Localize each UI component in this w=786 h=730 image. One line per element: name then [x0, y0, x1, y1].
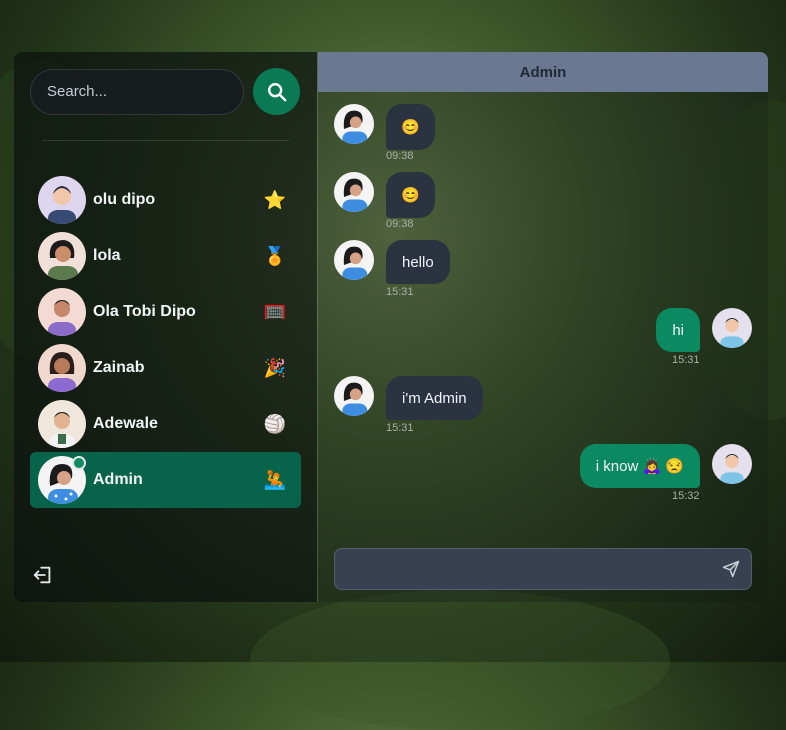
message-bubble: hi	[656, 308, 700, 352]
avatar	[334, 104, 374, 144]
message-incoming: i'm Admin	[334, 376, 483, 420]
contact-emoji: 🤽	[263, 469, 287, 490]
contact-emoji: 🎉	[263, 357, 287, 378]
message-list: 😊 09:38 😊 09:38 hello 15:31 hi 15:31 i'm…	[318, 92, 768, 532]
message-time: 09:38	[386, 218, 414, 230]
message-time: 15:31	[386, 422, 414, 434]
avatar	[38, 288, 86, 336]
contact-emoji: 🏐	[263, 413, 287, 434]
avatar	[712, 444, 752, 484]
search-input[interactable]	[30, 68, 244, 115]
contact-item[interactable]: Zainab 🎉	[30, 340, 301, 396]
contact-name: lola	[93, 247, 121, 264]
contact-item[interactable]: Adewale 🏐	[30, 396, 301, 452]
contact-item[interactable]: olu dipo ⭐	[30, 172, 301, 228]
message-bubble: 😊	[386, 104, 435, 150]
message-time: 15:31	[672, 354, 700, 366]
message-outgoing: i know 🙇‍♀️ 😒	[579, 444, 752, 488]
conversation-header: Admin	[318, 52, 768, 92]
background-foliage	[250, 590, 670, 730]
avatar	[334, 172, 374, 212]
avatar	[712, 308, 752, 348]
search-row	[30, 68, 300, 115]
divider	[42, 140, 289, 141]
avatar	[38, 400, 86, 448]
message-bubble: 😊	[386, 172, 435, 218]
conversation-title: Admin	[519, 63, 567, 81]
avatar	[38, 344, 86, 392]
contact-emoji: ⭐	[263, 189, 287, 210]
message-incoming: hello	[334, 240, 450, 284]
message-outgoing: hi	[656, 308, 752, 352]
contact-name: olu dipo	[93, 191, 156, 208]
avatar	[334, 240, 374, 280]
sidebar: olu dipo ⭐ lola 🏅 Ola Tobi Dipo 🥅	[14, 52, 317, 602]
contact-name: Admin	[93, 471, 143, 488]
contact-name: Adewale	[93, 415, 158, 432]
send-icon[interactable]	[721, 559, 741, 579]
logout-icon[interactable]	[32, 564, 54, 586]
chat-app: olu dipo ⭐ lola 🏅 Ola Tobi Dipo 🥅	[14, 52, 768, 602]
avatar	[334, 376, 374, 416]
contact-emoji: 🏅	[263, 245, 287, 266]
search-icon	[267, 82, 286, 101]
online-status-dot	[72, 456, 86, 470]
message-incoming: 😊	[334, 172, 435, 218]
contact-emoji: 🥅	[263, 301, 287, 322]
message-bubble: hello	[386, 240, 450, 284]
message-input[interactable]	[335, 549, 733, 589]
avatar	[38, 176, 86, 224]
search-button[interactable]	[253, 68, 300, 115]
avatar	[38, 232, 86, 280]
contact-item[interactable]: Ola Tobi Dipo 🥅	[30, 284, 301, 340]
message-time: 09:38	[386, 150, 414, 162]
message-time: 15:32	[672, 490, 700, 502]
message-time: 15:31	[386, 286, 414, 298]
contact-list: olu dipo ⭐ lola 🏅 Ola Tobi Dipo 🥅 Zainab…	[30, 172, 301, 508]
contact-name: Zainab	[93, 359, 145, 376]
contact-name: Ola Tobi Dipo	[93, 303, 196, 320]
message-bubble: i'm Admin	[386, 376, 483, 420]
conversation-panel: Admin 😊 09:38 😊 09:38 hello 15:31 hi 15:…	[317, 52, 768, 602]
contact-item-active[interactable]: Admin 🤽	[30, 452, 301, 508]
message-composer	[334, 548, 752, 590]
message-bubble: i know 🙇‍♀️ 😒	[579, 444, 700, 488]
message-incoming: 😊	[334, 104, 435, 150]
contact-item[interactable]: lola 🏅	[30, 228, 301, 284]
